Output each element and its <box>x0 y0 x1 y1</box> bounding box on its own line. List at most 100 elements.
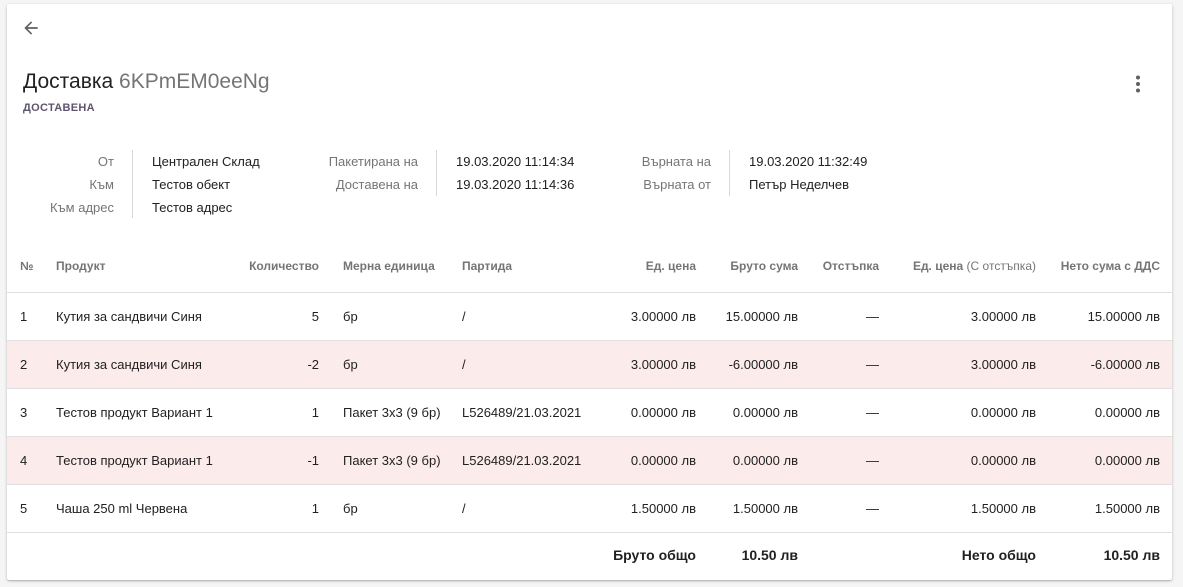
cell-gross: 0.00000 лв <box>704 388 806 437</box>
totals-row: Бруто общо 10.50 лв Нето общо 10.50 лв <box>7 532 1172 578</box>
cell-unit: бр <box>327 340 454 389</box>
info-divider <box>436 150 437 196</box>
gross-total-label: Бруто общо <box>613 547 696 564</box>
col-header-price-discounted-label: Ед. цена <box>912 258 964 273</box>
cell-price-discounted: 3.00000 лв <box>887 292 1044 341</box>
net-total-label: Нето общо <box>961 547 1036 564</box>
table-row: 1 Кутия за сандвичи Синя 5 бр / 3.00000 … <box>7 292 1172 341</box>
cell-gross: -6.00000 лв <box>704 340 806 389</box>
info-value-from: Централен Склад <box>152 154 260 169</box>
info-value-returned-by: Петър Неделчев <box>749 177 849 192</box>
info-label-delivered: Доставена на <box>335 177 418 192</box>
table-row: 2 Кутия за сандвичи Синя -2 бр / 3.00000… <box>7 340 1172 389</box>
cell-net: 1.50000 лв <box>1044 484 1172 533</box>
col-header-product: Продукт <box>48 240 231 293</box>
cell-price: 0.00000 лв <box>602 436 704 485</box>
col-header-net: Нето сума с ДДС <box>1044 240 1172 293</box>
cell-net: -6.00000 лв <box>1044 340 1172 389</box>
col-header-price-discounted: Ед. цена (С отстъпка) <box>887 240 1044 293</box>
col-header-batch: Партида <box>454 240 602 293</box>
cell-num: 3 <box>7 388 48 437</box>
cell-net: 0.00000 лв <box>1044 388 1172 437</box>
title-text: Доставка <box>23 70 114 93</box>
cell-qty: 1 <box>231 388 327 437</box>
more-options-button[interactable] <box>1126 72 1150 96</box>
info-group-return: Върната на 19.03.2020 11:32:49 Върната о… <box>607 150 867 196</box>
net-total-value: 10.50 лв <box>1103 547 1160 564</box>
info-label-to: Към <box>89 177 114 192</box>
cell-num: 5 <box>7 484 48 533</box>
info-label-packed: Пакетирана на <box>328 154 418 169</box>
info-value-packed: 19.03.2020 11:14:34 <box>456 154 575 169</box>
cell-product: Тестов продукт Вариант 1 <box>48 388 231 437</box>
cell-unit: Пакет 3x3 (9 бр) <box>327 388 454 437</box>
more-vertical-icon <box>1136 75 1140 93</box>
cell-product: Чаша 250 ml Червена <box>48 484 231 533</box>
cell-product: Кутия за сандвичи Синя <box>48 292 231 341</box>
info-divider <box>729 150 730 196</box>
info-label-returned-by: Върната от <box>643 177 711 192</box>
cell-discount: — <box>806 292 887 341</box>
cell-product: Тестов продукт Вариант 1 <box>48 436 231 485</box>
cell-num: 1 <box>7 292 48 341</box>
cell-net: 0.00000 лв <box>1044 436 1172 485</box>
cell-discount: — <box>806 436 887 485</box>
info-value-address: Тестов адрес <box>152 200 233 215</box>
cell-discount: — <box>806 388 887 437</box>
cell-num: 2 <box>7 340 48 389</box>
cell-gross: 15.00000 лв <box>704 292 806 341</box>
cell-qty: -2 <box>231 340 327 389</box>
cell-price: 3.00000 лв <box>602 340 704 389</box>
cell-unit: бр <box>327 484 454 533</box>
cell-batch: L526489/21.03.2021 <box>454 436 602 485</box>
info-divider <box>132 150 133 218</box>
col-header-qty: Количество <box>231 240 327 293</box>
gross-total-value: 10.50 лв <box>741 547 798 564</box>
info-group-route: От Централен Склад Към Тестов обект Към … <box>27 150 260 219</box>
status-badge: ДОСТАВЕНА <box>23 102 95 114</box>
cell-price-discounted: 3.00000 лв <box>887 340 1044 389</box>
cell-num: 4 <box>7 436 48 485</box>
info-group-dates: Пакетирана на 19.03.2020 11:14:34 Достав… <box>307 150 574 196</box>
info-label-address: Към адрес <box>49 200 114 215</box>
cell-price: 0.00000 лв <box>602 388 704 437</box>
col-header-num: № <box>7 240 48 293</box>
col-header-price: Ед. цена <box>602 240 704 293</box>
table-row: 4 Тестов продукт Вариант 1 -1 Пакет 3x3 … <box>7 436 1172 485</box>
col-header-unit: Мерна единица <box>327 240 454 293</box>
back-button[interactable] <box>17 14 45 42</box>
table-row: 3 Тестов продукт Вариант 1 1 Пакет 3x3 (… <box>7 388 1172 437</box>
info-value-to: Тестов обект <box>152 177 231 192</box>
totals-spacer <box>806 532 887 578</box>
cell-unit: Пакет 3x3 (9 бр) <box>327 436 454 485</box>
page-header: Доставка 6KPmEM0eeNg ДОСТАВЕНА <box>23 70 270 114</box>
cell-discount: — <box>806 340 887 389</box>
cell-price-discounted: 1.50000 лв <box>887 484 1044 533</box>
cell-batch: L526489/21.03.2021 <box>454 388 602 437</box>
cell-price-discounted: 0.00000 лв <box>887 436 1044 485</box>
col-header-gross: Бруто сума <box>704 240 806 293</box>
table-row: 5 Чаша 250 ml Червена 1 бр / 1.50000 лв … <box>7 484 1172 533</box>
cell-discount: — <box>806 484 887 533</box>
cell-gross: 1.50000 лв <box>704 484 806 533</box>
info-label-returned-on: Върната на <box>641 154 711 169</box>
totals-spacer <box>7 532 602 578</box>
table-header-row: № Продукт Количество Мерна единица Парти… <box>7 240 1172 293</box>
cell-price: 3.00000 лв <box>602 292 704 341</box>
cell-product: Кутия за сандвичи Синя <box>48 340 231 389</box>
cell-qty: 5 <box>231 292 327 341</box>
cell-batch: / <box>454 340 602 389</box>
cell-price: 1.50000 лв <box>602 484 704 533</box>
col-header-price-discounted-sub: (С отстъпка) <box>966 258 1036 273</box>
delivery-code: 6KPmEM0eeNg <box>119 70 270 93</box>
cell-unit: бр <box>327 292 454 341</box>
products-table: № Продукт Количество Мерна единица Парти… <box>7 240 1172 578</box>
cell-net: 15.00000 лв <box>1044 292 1172 341</box>
info-value-delivered: 19.03.2020 11:14:36 <box>456 177 575 192</box>
cell-qty: 1 <box>231 484 327 533</box>
col-header-discount: Отстъпка <box>806 240 887 293</box>
page-title: Доставка 6KPmEM0eeNg <box>23 70 270 94</box>
cell-batch: / <box>454 484 602 533</box>
cell-price-discounted: 0.00000 лв <box>887 388 1044 437</box>
delivery-card: Доставка 6KPmEM0eeNg ДОСТАВЕНА От Центра… <box>7 4 1172 580</box>
